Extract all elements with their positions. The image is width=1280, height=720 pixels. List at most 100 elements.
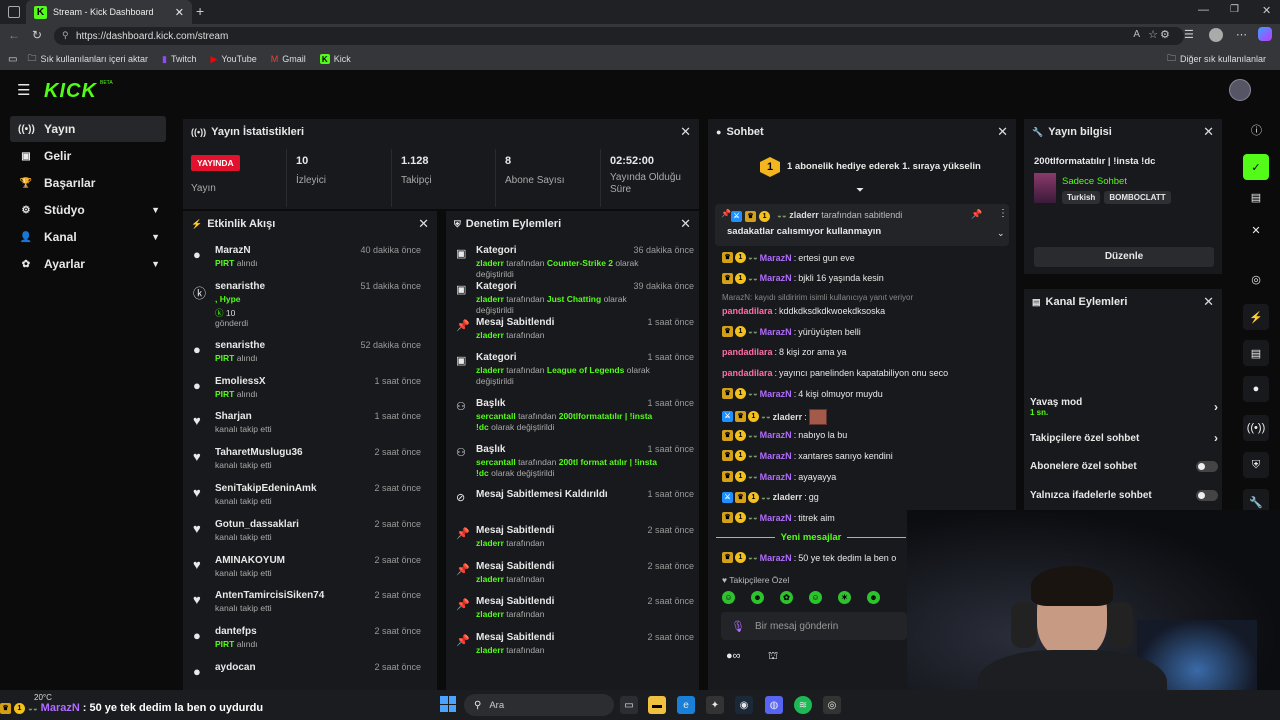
- spotify-icon[interactable]: ≋: [794, 696, 812, 714]
- close-panel-icon[interactable]: ✕: [418, 216, 429, 232]
- copilot-icon[interactable]: [1258, 27, 1272, 41]
- chat-message[interactable]: ♛ 1 ◒◒ MarazN: ertesi gun eve: [722, 252, 855, 263]
- info-icon[interactable]: ⓘ: [1251, 122, 1262, 138]
- url-field[interactable]: ⚲ https://dashboard.kick.com/stream A ☆: [54, 27, 1184, 45]
- emote-icon[interactable]: ☺: [722, 591, 735, 604]
- reply-indicator[interactable]: MarazN: kayıdı sildiririm isimli kullanı…: [722, 293, 913, 302]
- favorite-star-icon[interactable]: ☆: [1148, 28, 1158, 41]
- menu-icon[interactable]: ☰: [17, 81, 30, 99]
- emote-icon[interactable]: ✶: [838, 591, 851, 604]
- chat-message[interactable]: ♛ 1 ◒◒ MarazN:4 kişi olmuyor muydu: [722, 388, 883, 400]
- sidebar-item-yayin[interactable]: ((•)) Yayın: [10, 116, 166, 142]
- explorer-icon[interactable]: ▬: [648, 696, 666, 714]
- sidebar-item-kanal[interactable]: 👤 Kanal ▼: [10, 224, 166, 250]
- toggle-switch[interactable]: [1196, 461, 1218, 472]
- camera-button[interactable]: ◎: [1243, 266, 1269, 292]
- windows-start-icon[interactable]: [440, 696, 456, 712]
- more-vertical-icon[interactable]: ⋮: [998, 208, 1008, 219]
- user-avatar[interactable]: [1229, 79, 1251, 101]
- favorites-icon[interactable]: ☰: [1184, 28, 1194, 41]
- collections-icon[interactable]: ▭: [8, 54, 17, 65]
- chat-message[interactable]: ♛ 1 ◒◒ MarazN: yürüyüşten belli: [722, 326, 861, 338]
- steam-icon[interactable]: ◉: [735, 696, 753, 714]
- chat-input[interactable]: 🎙 Bir mesaj gönderin: [721, 612, 907, 640]
- category-name[interactable]: Sadece Sohbet: [1062, 176, 1127, 187]
- discord-icon[interactable]: ◍: [765, 696, 783, 714]
- bolt-button[interactable]: ⚡: [1243, 304, 1269, 330]
- store-icon[interactable]: ⛫: [768, 650, 778, 664]
- close-panel-icon[interactable]: ✕: [680, 216, 691, 232]
- tag[interactable]: BOMBOCLATT: [1104, 191, 1171, 204]
- close-tab-icon[interactable]: ✕: [175, 6, 184, 19]
- close-layout-button[interactable]: ✕: [1243, 217, 1269, 243]
- chat-message[interactable]: ♛ 1 ◒◒ MarazN: nabıyo la bu: [722, 429, 847, 441]
- chevron-down-icon[interactable]: ⌄: [997, 228, 1005, 239]
- channel-action-0[interactable]: Yavaş mod 1 sn. ›: [1030, 397, 1218, 417]
- chat-button[interactable]: ●: [1243, 376, 1269, 402]
- minimize-icon[interactable]: —: [1198, 4, 1209, 16]
- bookmark-twitch[interactable]: ▮ Twitch: [162, 54, 196, 65]
- chat-message[interactable]: ⚔ ♛ 1 ◒◒ zladerr: gg: [722, 491, 819, 503]
- extensions-icon[interactable]: ⚙: [1160, 28, 1170, 41]
- more-menu-icon[interactable]: ⋯: [1236, 28, 1247, 41]
- sidebar-item-studyo[interactable]: ⚙ Stüdyo ▼: [10, 197, 166, 223]
- reload-icon[interactable]: ↻: [32, 28, 42, 42]
- check-button[interactable]: ✓: [1243, 154, 1269, 180]
- emote-icon[interactable]: ☻: [751, 591, 764, 604]
- close-panel-icon[interactable]: ✕: [1203, 294, 1214, 310]
- broadcast-button[interactable]: ((•)): [1243, 415, 1269, 441]
- read-aloud-icon[interactable]: A: [1133, 29, 1140, 40]
- points-icon[interactable]: ●∞: [726, 650, 741, 662]
- site-info-icon[interactable]: ⚲: [62, 30, 69, 41]
- back-icon[interactable]: ←: [8, 28, 20, 42]
- app-icon[interactable]: ✦: [706, 696, 724, 714]
- emote-icon[interactable]: ☺: [809, 591, 822, 604]
- edit-button[interactable]: Düzenle: [1034, 247, 1214, 267]
- chat-message[interactable]: ♛ 1 ◒◒ MarazN:50 ye tek dedim la ben o: [722, 552, 896, 563]
- tab-actions-icon[interactable]: [8, 6, 20, 18]
- pin-action-icon[interactable]: 📌: [971, 209, 982, 220]
- emote-icon[interactable]: ☻: [867, 591, 880, 604]
- taskview-icon[interactable]: ▭: [620, 696, 638, 714]
- chat-message[interactable]: pandadilara: kddkdksdkdkwoekdksoska: [722, 306, 885, 316]
- bookmark-kick[interactable]: K Kick: [319, 54, 351, 64]
- close-window-icon[interactable]: ✕: [1262, 4, 1271, 17]
- chat-message[interactable]: ♛ 1 ◒◒ MarazN: bjkli 16 yaşında kesin: [722, 272, 884, 284]
- bookmark-other[interactable]: 🗀 Diğer sık kullanılanlar: [1167, 51, 1266, 67]
- sidebar-item-ayarlar[interactable]: ✿ Ayarlar ▼: [10, 251, 166, 277]
- bookmark-import[interactable]: 🗀 Sık kullanılanları içeri aktar: [27, 51, 148, 67]
- channel-action-3[interactable]: Yalnızca ifadelerle sohbet: [1030, 490, 1218, 501]
- profile-avatar[interactable]: [1209, 28, 1223, 42]
- layout-button[interactable]: ▤: [1243, 184, 1269, 210]
- kick-logo[interactable]: KICK: [44, 80, 97, 103]
- mic-icon[interactable]: 🎙: [731, 620, 745, 633]
- chat-message[interactable]: ♛ 1 ◒◒ MarazN: titrek aim: [722, 512, 835, 524]
- close-panel-icon[interactable]: ✕: [1203, 124, 1214, 140]
- edge-icon[interactable]: e: [677, 696, 695, 714]
- chat-message[interactable]: ⚔ ♛ 1 ◒◒ zladerr:: [722, 408, 827, 425]
- maximize-icon[interactable]: ❐: [1230, 4, 1239, 15]
- chat-message[interactable]: ♛ 1 ◒◒ MarazN: xantares sanıyo kendini: [722, 450, 893, 462]
- moderation-button[interactable]: ⛨: [1243, 452, 1269, 478]
- close-panel-icon[interactable]: ✕: [680, 124, 691, 140]
- pinned-message[interactable]: 📌 ⚔ ♛ 1 ◒◒ zladerr tarafından sabitlendi…: [715, 204, 1009, 246]
- tag[interactable]: Turkish: [1062, 191, 1101, 204]
- chat-message[interactable]: pandadilara: yayıncı panelinden kapatabil…: [722, 368, 948, 378]
- chat-message[interactable]: ♛ 1 ◒◒ MarazN: ayayayya: [722, 471, 836, 482]
- obs-icon[interactable]: ◎: [823, 696, 841, 714]
- channel-action-1[interactable]: Takipçilere özel sohbet ›: [1030, 431, 1218, 445]
- gift-banner-text[interactable]: 1 abonelik hediye ederek 1. sıraya yükse…: [787, 161, 981, 172]
- channel-action-2[interactable]: Abonelere özel sohbet: [1030, 461, 1218, 472]
- bookmark-gmail[interactable]: M Gmail: [271, 54, 306, 64]
- chat-message[interactable]: pandadilara:8 kişi zor ama ya: [722, 347, 847, 357]
- taskbar-search[interactable]: ⚲ Ara: [464, 694, 614, 716]
- bookmark-youtube[interactable]: ▶ YouTube: [210, 54, 256, 65]
- filter-icon[interactable]: ⏷: [856, 185, 864, 196]
- close-panel-icon[interactable]: ✕: [997, 124, 1008, 140]
- new-messages-divider[interactable]: Yeni mesajlar: [716, 530, 907, 544]
- sidebar-item-gelir[interactable]: ▣ Gelir: [10, 143, 166, 169]
- sidebar-item-basarilar[interactable]: 🏆 Başarılar: [10, 170, 166, 196]
- browser-tab[interactable]: K Stream - Kick Dashboard ✕: [26, 0, 192, 24]
- new-tab-icon[interactable]: +: [196, 3, 204, 19]
- toggle-switch[interactable]: [1196, 490, 1218, 501]
